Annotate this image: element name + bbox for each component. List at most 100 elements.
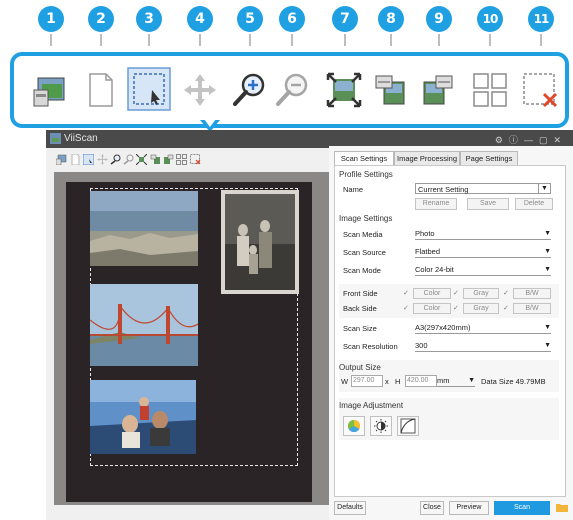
- zoom-in-icon[interactable]: [110, 154, 121, 165]
- front-gray-button[interactable]: Gray: [463, 288, 499, 299]
- badge-10: 10: [477, 6, 503, 32]
- back-color-checkbox[interactable]: ✓: [403, 305, 410, 312]
- preview-button[interactable]: Preview: [449, 501, 489, 515]
- front-gray-checkbox[interactable]: ✓: [453, 290, 460, 297]
- window-title: ViiScan: [64, 133, 98, 144]
- color-balance-button[interactable]: [343, 416, 365, 436]
- select-area-icon[interactable]: [83, 154, 94, 165]
- height-input[interactable]: 420.00: [405, 375, 437, 387]
- leader-line: [50, 34, 52, 46]
- multi-crop-icon[interactable]: [470, 70, 510, 110]
- close-window-button[interactable]: ✕: [553, 135, 567, 145]
- front-color-checkbox[interactable]: ✓: [403, 290, 410, 297]
- zoom-out-icon[interactable]: [123, 154, 134, 165]
- back-bw-button[interactable]: B/W: [513, 303, 551, 314]
- badge-7: 7: [332, 6, 358, 32]
- scan-button[interactable]: Scan: [494, 501, 550, 515]
- rotate-left-icon[interactable]: [370, 70, 410, 110]
- tab-image-processing[interactable]: Image Processing: [394, 151, 460, 166]
- callout-pointer-inner: [204, 119, 216, 127]
- zoom-out-icon[interactable]: [272, 70, 312, 110]
- defaults-button[interactable]: Defaults: [334, 501, 366, 515]
- scan-resolution-select[interactable]: 300 ▼: [415, 340, 551, 352]
- rotate-right-icon[interactable]: [418, 70, 458, 110]
- fit-to-window-icon[interactable]: [136, 154, 147, 165]
- front-bw-button[interactable]: B/W: [513, 288, 551, 299]
- zoom-in-icon[interactable]: [229, 70, 269, 110]
- settings-icon[interactable]: ⚙: [495, 135, 509, 145]
- maximize-button[interactable]: ▢: [539, 135, 554, 145]
- leader-line: [540, 34, 542, 46]
- tab-page-settings[interactable]: Page Settings: [460, 151, 518, 166]
- window-controls: ⚙ⓘ—▢✕: [495, 133, 567, 146]
- brightness-contrast-button[interactable]: [370, 416, 392, 436]
- clear-selection-icon[interactable]: [190, 154, 201, 165]
- scan-size-label: Scan Size: [343, 324, 377, 333]
- minimize-button[interactable]: —: [524, 135, 539, 145]
- leader-line: [249, 34, 251, 46]
- settings-panel: Scan Settings Image Processing Page Sett…: [329, 146, 573, 520]
- scan-mode-select[interactable]: Color 24-bit ▼: [415, 264, 551, 276]
- blank-page-icon[interactable]: [70, 154, 81, 165]
- back-bw-checkbox[interactable]: ✓: [503, 305, 510, 312]
- curves-button[interactable]: [397, 416, 419, 436]
- front-side-label: Front Side: [343, 289, 378, 298]
- back-color-button[interactable]: Color: [413, 303, 451, 314]
- city-photo: [90, 191, 198, 266]
- badge-4: 4: [187, 6, 213, 32]
- scan-size-value: A3(297x420mm): [415, 323, 471, 332]
- back-gray-checkbox[interactable]: ✓: [453, 305, 460, 312]
- scan-to-preview-icon[interactable]: [30, 70, 70, 110]
- app-window: ViiScan ⚙ⓘ—▢✕ Scan Settings Image Proces…: [46, 130, 573, 520]
- scan-media-value: Photo: [415, 229, 435, 238]
- scan-media-select[interactable]: Photo ▼: [415, 228, 551, 240]
- profile-name-value: Current Setting: [418, 185, 469, 194]
- back-gray-button[interactable]: Gray: [463, 303, 499, 314]
- leader-line: [344, 34, 346, 46]
- unit-value: mm: [437, 376, 450, 385]
- front-color-button[interactable]: Color: [413, 288, 451, 299]
- badge-9: 9: [426, 6, 452, 32]
- width-label: W: [341, 377, 349, 386]
- fit-to-window-icon[interactable]: [324, 70, 364, 110]
- badge-11: 11: [528, 6, 554, 32]
- chevron-down-icon: ▼: [544, 230, 551, 237]
- scan-to-preview-icon[interactable]: [56, 154, 67, 165]
- adjust-buttons: [343, 416, 443, 436]
- tab-scan-settings[interactable]: Scan Settings: [334, 151, 394, 166]
- badge-6: 6: [279, 6, 305, 32]
- multi-crop-icon[interactable]: [176, 154, 187, 165]
- folder-icon[interactable]: [556, 502, 568, 512]
- scan-source-select[interactable]: Flatbed ▼: [415, 246, 551, 258]
- blank-page-icon[interactable]: [80, 70, 120, 110]
- scan-size-select[interactable]: A3(297x420mm) ▼: [415, 322, 551, 334]
- profile-name-select[interactable]: Current Setting ▼: [415, 183, 551, 194]
- rename-button[interactable]: Rename: [415, 198, 457, 210]
- clear-selection-icon[interactable]: [520, 70, 560, 110]
- app-logo-icon: [50, 133, 61, 144]
- rotate-right-icon[interactable]: [163, 154, 174, 165]
- profile-name-label: Name: [343, 185, 364, 194]
- leader-line: [390, 34, 392, 46]
- close-button[interactable]: Close: [420, 501, 444, 515]
- leader-line: [438, 34, 440, 46]
- unit-select[interactable]: mm ▼: [437, 375, 475, 387]
- height-label: H: [395, 377, 401, 386]
- scan-settings-content: Profile Settings Name Current Setting ▼ …: [334, 165, 566, 497]
- info-icon[interactable]: ⓘ: [509, 135, 524, 145]
- rotate-left-icon[interactable]: [150, 154, 161, 165]
- color-balance-icon: [347, 420, 361, 433]
- leader-line: [148, 34, 150, 46]
- delete-profile-button[interactable]: Delete: [515, 198, 553, 210]
- pan-move-icon[interactable]: [97, 154, 108, 165]
- car-photo: [90, 380, 196, 454]
- badge-5: 5: [237, 6, 263, 32]
- width-input[interactable]: 297.00: [351, 375, 383, 387]
- scan-resolution-value: 300: [415, 341, 428, 350]
- pan-move-icon[interactable]: [180, 70, 220, 110]
- leader-line: [291, 34, 293, 46]
- curves-icon: [400, 418, 416, 434]
- save-profile-button[interactable]: Save: [467, 198, 509, 210]
- select-area-icon[interactable]: [126, 66, 172, 112]
- front-bw-checkbox[interactable]: ✓: [503, 290, 510, 297]
